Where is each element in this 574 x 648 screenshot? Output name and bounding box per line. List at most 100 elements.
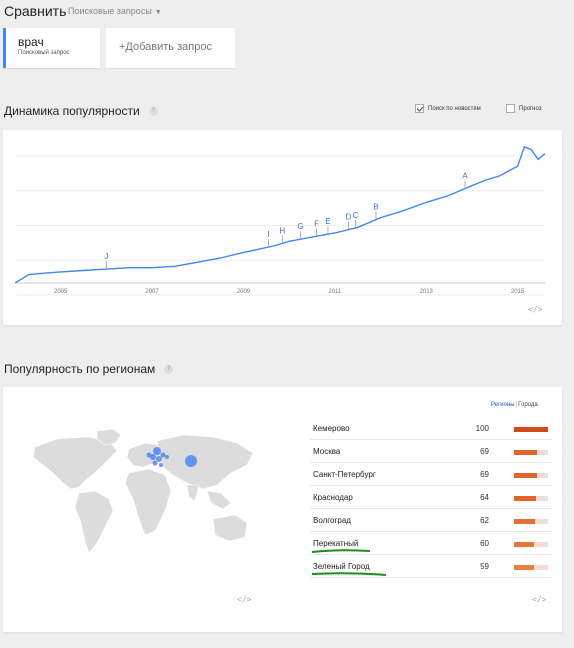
region-row[interactable]: Санкт-Петербург 69 bbox=[310, 463, 552, 486]
region-value: 59 bbox=[480, 562, 489, 571]
trend-title-text: Динамика популярности bbox=[4, 104, 140, 118]
annotation-marker[interactable]: F bbox=[314, 219, 319, 228]
region-bubble[interactable] bbox=[185, 455, 197, 467]
annotation-marker[interactable]: J bbox=[104, 252, 108, 261]
forecast-checkbox[interactable]: Прогноз bbox=[506, 104, 542, 113]
region-row[interactable]: Краснодар 64 bbox=[310, 486, 552, 509]
region-row[interactable]: Перекатный 60 bbox=[310, 532, 552, 555]
news-search-checkbox[interactable]: Поиск по новостям bbox=[415, 104, 481, 113]
region-bar-fill bbox=[514, 519, 536, 524]
trend-chart[interactable]: 2005 2007 2009 2011 2013 2015 J I H G F E D C B A bbox=[3, 130, 562, 325]
regions-card: </> Регионы|Города Кемерово 100 Москва 69 Са… bbox=[3, 387, 562, 632]
search-term-card[interactable]: врач Поисковый запрос bbox=[3, 28, 100, 68]
region-name: Волгоград bbox=[313, 516, 351, 525]
region-bar-fill bbox=[514, 450, 538, 455]
query-type-dropdown[interactable]: Поисковые запросы ▼ bbox=[68, 6, 162, 16]
map-southeast-asia bbox=[206, 490, 232, 510]
annotation-marker[interactable]: C bbox=[352, 211, 358, 220]
help-icon[interactable]: ? bbox=[148, 107, 158, 117]
region-row[interactable]: Зеленый Город 59 bbox=[310, 555, 552, 578]
trend-card: 2005 2007 2009 2011 2013 2015 J I H G F E D C B A </> bbox=[3, 130, 562, 325]
map-south-america bbox=[74, 490, 114, 554]
search-term-name: врач bbox=[18, 35, 44, 49]
region-value: 60 bbox=[480, 539, 489, 548]
region-name: Москва bbox=[313, 447, 341, 456]
region-name: Зеленый Город bbox=[313, 562, 370, 571]
world-map[interactable] bbox=[17, 427, 257, 567]
region-bar-fill bbox=[514, 565, 535, 570]
region-value: 64 bbox=[480, 493, 489, 502]
region-bar-track bbox=[514, 519, 548, 524]
region-value: 69 bbox=[480, 470, 489, 479]
map-australia bbox=[212, 514, 248, 542]
region-name: Санкт-Петербург bbox=[313, 470, 376, 479]
hand-drawn-underline bbox=[311, 572, 387, 576]
regions-title-text: Популярность по регионам bbox=[4, 362, 156, 376]
region-bubble[interactable] bbox=[153, 447, 161, 455]
region-row[interactable]: Кемерово 100 bbox=[310, 417, 552, 440]
region-row[interactable]: Волгоград 62 bbox=[310, 509, 552, 532]
region-bubble[interactable] bbox=[159, 463, 163, 467]
region-bar-track bbox=[514, 473, 548, 478]
map-embed-code-icon[interactable]: </> bbox=[237, 595, 251, 604]
annotation-marker[interactable]: H bbox=[279, 226, 285, 235]
region-name: Краснодар bbox=[313, 493, 353, 502]
add-query-label: +Добавить запрос bbox=[119, 41, 212, 53]
x-tick-label: 2011 bbox=[328, 289, 342, 295]
map-africa bbox=[124, 468, 172, 536]
region-bar-track bbox=[514, 496, 548, 501]
news-search-label: Поиск по новостям bbox=[428, 105, 481, 112]
annotation-marker[interactable]: I bbox=[267, 230, 269, 239]
x-tick-label: 2009 bbox=[237, 289, 251, 295]
header: Сравнить Поисковые запросы ▼ bbox=[0, 0, 574, 24]
chevron-down-icon: ▼ bbox=[154, 9, 162, 16]
region-bar-track bbox=[514, 565, 548, 570]
region-bubble[interactable] bbox=[160, 452, 166, 458]
annotation-marker[interactable]: E bbox=[325, 217, 330, 226]
page-title: Сравнить bbox=[4, 3, 67, 19]
x-tick-label: 2015 bbox=[511, 289, 525, 295]
add-query-button[interactable]: +Добавить запрос bbox=[106, 28, 235, 68]
region-bar-track bbox=[514, 427, 548, 432]
tab-regions[interactable]: Регионы bbox=[491, 402, 515, 408]
embed-code-icon[interactable]: </> bbox=[528, 305, 542, 314]
checkbox-unchecked-icon[interactable] bbox=[506, 104, 515, 113]
map-india bbox=[186, 484, 200, 502]
region-name: Кемерово bbox=[313, 424, 350, 433]
annotation-marker[interactable]: B bbox=[373, 203, 378, 212]
x-tick-label: 2013 bbox=[420, 289, 434, 295]
trend-section-title: Динамика популярности? bbox=[4, 104, 158, 118]
region-name: Перекатный bbox=[313, 539, 359, 548]
region-value: 100 bbox=[475, 424, 489, 433]
region-bubble[interactable] bbox=[165, 455, 169, 459]
search-term-type: Поисковый запрос bbox=[18, 50, 70, 56]
region-bar-fill bbox=[514, 496, 536, 501]
tab-separator: | bbox=[515, 402, 518, 408]
checkbox-checked-icon[interactable] bbox=[415, 104, 424, 113]
region-tabs: Регионы|Города bbox=[491, 402, 538, 408]
region-bubble[interactable] bbox=[156, 456, 162, 462]
region-row[interactable]: Москва 69 bbox=[310, 440, 552, 463]
region-bar-track bbox=[514, 542, 548, 547]
x-tick-label: 2007 bbox=[145, 289, 159, 295]
region-value: 62 bbox=[480, 516, 489, 525]
regions-section-title: Популярность по регионам? bbox=[4, 362, 174, 376]
annotation-marker[interactable]: A bbox=[462, 172, 468, 181]
help-icon[interactable]: ? bbox=[164, 365, 174, 375]
region-bubble[interactable] bbox=[152, 460, 158, 466]
region-bar-fill bbox=[514, 542, 535, 547]
region-bar-fill bbox=[514, 473, 538, 478]
region-bar-fill bbox=[514, 427, 548, 432]
forecast-label: Прогноз bbox=[519, 105, 542, 112]
list-embed-code-icon[interactable]: </> bbox=[532, 595, 546, 604]
tab-cities[interactable]: Города bbox=[518, 402, 538, 408]
trend-series-line bbox=[14, 145, 546, 284]
region-value: 69 bbox=[480, 447, 489, 456]
annotation-marker[interactable]: D bbox=[346, 213, 352, 222]
x-tick-label: 2005 bbox=[54, 289, 68, 295]
query-type-label: Поисковые запросы bbox=[68, 6, 152, 16]
region-bubble[interactable] bbox=[146, 452, 152, 458]
annotation-marker[interactable]: G bbox=[297, 222, 303, 231]
hand-drawn-underline bbox=[311, 549, 371, 553]
region-bar-track bbox=[514, 450, 548, 455]
